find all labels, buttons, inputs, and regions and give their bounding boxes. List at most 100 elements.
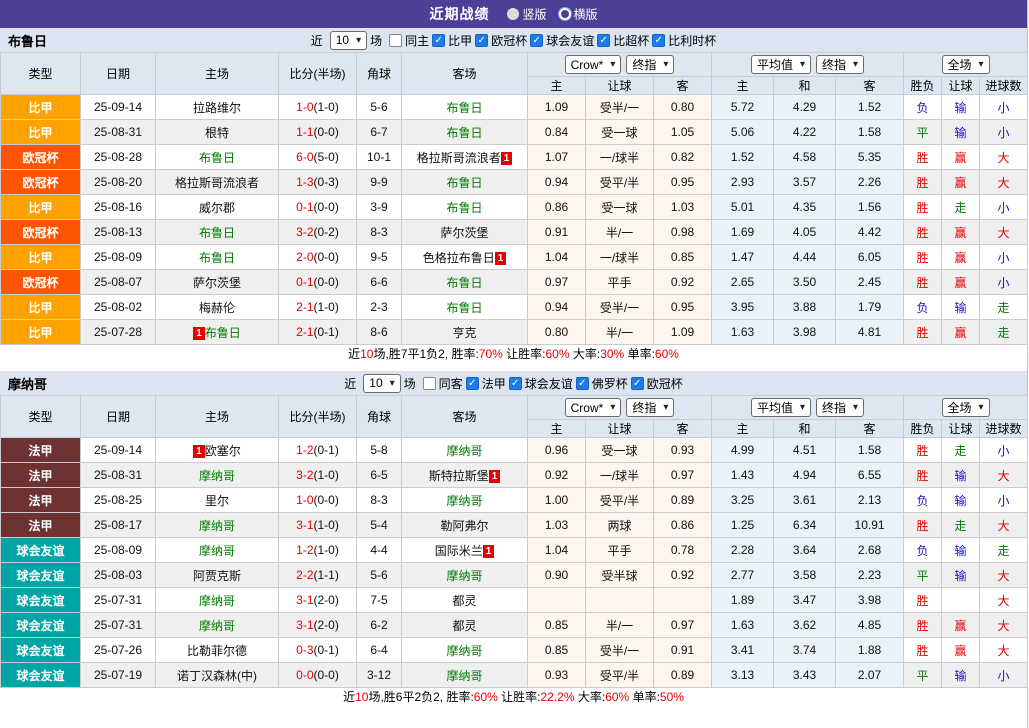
result-cell: 大	[980, 145, 1028, 170]
checkbox-checked-icon[interactable]: ✓	[631, 377, 644, 390]
checkbox-checked-icon[interactable]: ✓	[466, 377, 479, 390]
radio-label[interactable]: 横版	[574, 7, 598, 21]
team-name: 布鲁日	[199, 251, 235, 265]
odds-cell: 0.86	[528, 195, 586, 220]
checkbox-unchecked-icon[interactable]	[423, 377, 436, 390]
column-header: 主场	[156, 53, 279, 95]
checkbox-checked-icon[interactable]: ✓	[652, 34, 665, 47]
match-row: 比甲25-09-14拉路维尔1-0(1-0)5-6布鲁日1.09受半/一0.80…	[1, 95, 1028, 120]
odds-cell: 两球	[586, 513, 654, 538]
checkbox-checked-icon[interactable]: ✓	[576, 377, 589, 390]
sub-column-header: 客	[654, 77, 712, 95]
red-number-badge: 1	[193, 327, 205, 340]
result-cell: 赢	[942, 270, 980, 295]
checkbox-checked-icon[interactable]: ✓	[475, 34, 488, 47]
radio-unselected-icon[interactable]	[559, 8, 571, 20]
result-cell: 小	[980, 488, 1028, 513]
match-row: 比甲25-07-281布鲁日2-1(0-1)8-6亨克0.80半/一1.091.…	[1, 320, 1028, 345]
checkbox-checked-icon[interactable]: ✓	[509, 377, 522, 390]
match-date: 25-07-31	[81, 613, 156, 638]
team-cell: 都灵	[402, 588, 528, 613]
matches-table: 类型日期主场比分(半场)角球客场Crow*▾终指▾平均值▾终指▾全场▾主让球客主…	[0, 52, 1028, 345]
match-count-select[interactable]: 10▾	[330, 31, 367, 50]
result-cell	[942, 588, 980, 613]
scope-select[interactable]: 全场▾	[942, 55, 990, 74]
result-cell: 负	[904, 538, 942, 563]
match-date: 25-08-28	[81, 145, 156, 170]
odds-cell: 0.89	[654, 663, 712, 688]
match-date: 25-07-31	[81, 588, 156, 613]
match-row: 比甲25-08-02梅赫伦2-1(1-0)2-3布鲁日0.94受半/一0.953…	[1, 295, 1028, 320]
avg-stage-select[interactable]: 终指▾	[816, 398, 864, 417]
checkbox-checked-icon[interactable]: ✓	[432, 34, 445, 47]
team-cell: 梅赫伦	[156, 295, 279, 320]
filter-bar: 布鲁日近10▾ 场同主✓比甲✓欧冠杯✓球会友谊✓比超杯✓比利时杯	[0, 28, 1027, 52]
league-filter-label[interactable]: 球会友谊	[546, 32, 594, 49]
bookmaker-select[interactable]: Crow*▾	[565, 398, 622, 417]
league-filter-label[interactable]: 欧冠杯	[491, 32, 527, 49]
odds-stage-select[interactable]: 终指▾	[626, 55, 674, 74]
bookmaker-select[interactable]: Crow*▾	[565, 55, 622, 74]
match-date: 25-08-09	[81, 538, 156, 563]
team-cell: 根特	[156, 120, 279, 145]
avg-stage-select[interactable]: 终指 ▾	[816, 55, 864, 74]
league-filter-label[interactable]: 比利时杯	[668, 32, 716, 49]
team-name: 色格拉布鲁日	[423, 251, 495, 265]
match-row: 欧冠杯25-08-13布鲁日3-2(0-2)8-3萨尔茨堡0.91半/一0.98…	[1, 220, 1028, 245]
league-filter-label[interactable]: 比甲	[448, 32, 472, 49]
checkbox-checked-icon[interactable]: ✓	[597, 34, 610, 47]
league-filter-label[interactable]: 欧冠杯	[647, 375, 683, 392]
result-cell: 胜	[904, 513, 942, 538]
result-cell: 赢	[942, 320, 980, 345]
column-header: 主场	[156, 396, 279, 438]
result-cell: 输	[942, 463, 980, 488]
team-cell: 国际米兰1	[402, 538, 528, 563]
checkbox-checked-icon[interactable]: ✓	[530, 34, 543, 47]
odds-stage-select[interactable]: 终指▾	[626, 398, 674, 417]
match-count-select[interactable]: 10▾	[363, 374, 400, 393]
odds-cell: 1.05	[654, 120, 712, 145]
chevron-down-icon: ▾	[356, 35, 361, 46]
league-filter-label[interactable]: 球会友谊	[525, 375, 573, 392]
scope-select[interactable]: 全场▾	[942, 398, 990, 417]
result-cell: 输	[942, 295, 980, 320]
odds-cell: 0.97	[654, 613, 712, 638]
team-name: 布鲁日	[199, 226, 235, 240]
team-name: 比勒菲尔德	[187, 644, 247, 658]
same-venue-label[interactable]: 同客	[439, 375, 463, 392]
average-odds-cell: 1.79	[836, 295, 904, 320]
checkbox-unchecked-icon[interactable]	[389, 34, 402, 47]
chevron-down-icon: ▾	[853, 59, 858, 70]
team-cell: 诺丁汉森林(中)	[156, 663, 279, 688]
team-cell: 摩纳哥	[156, 463, 279, 488]
radio-label[interactable]: 竖版	[522, 7, 546, 21]
select-value: 全场	[948, 399, 972, 416]
average-select[interactable]: 平均值▾	[751, 398, 811, 417]
team-name: 根特	[205, 126, 229, 140]
average-odds-cell: 1.89	[712, 588, 774, 613]
average-select[interactable]: 平均值▾	[751, 55, 811, 74]
match-score: 1-1(0-0)	[279, 120, 357, 145]
odds-cell	[528, 588, 586, 613]
title-bar: 近期战绩 竖版横版	[0, 0, 1027, 28]
result-cell: 胜	[904, 320, 942, 345]
select-value: 10	[369, 376, 382, 390]
odds-cell: 0.85	[528, 638, 586, 663]
odds-cell: 半/一	[586, 320, 654, 345]
average-odds-cell: 4.85	[836, 613, 904, 638]
team-cell: 格拉斯哥流浪者	[156, 170, 279, 195]
average-odds-cell: 1.88	[836, 638, 904, 663]
league-filter-label[interactable]: 法甲	[482, 375, 506, 392]
team-cell: 布鲁日	[402, 195, 528, 220]
radio-selected-icon[interactable]	[507, 8, 519, 20]
league-filter-label[interactable]: 比超杯	[613, 32, 649, 49]
average-odds-cell: 1.47	[712, 245, 774, 270]
sub-column-header: 主	[712, 77, 774, 95]
team-cell: 斯特拉斯堡1	[402, 463, 528, 488]
league-filter-label[interactable]: 佛罗杯	[592, 375, 628, 392]
team-name: 斯特拉斯堡	[429, 469, 489, 483]
same-venue-label[interactable]: 同主	[405, 32, 429, 49]
average-odds-cell: 1.43	[712, 463, 774, 488]
match-date: 25-07-28	[81, 320, 156, 345]
select-value: 终指	[822, 56, 846, 73]
